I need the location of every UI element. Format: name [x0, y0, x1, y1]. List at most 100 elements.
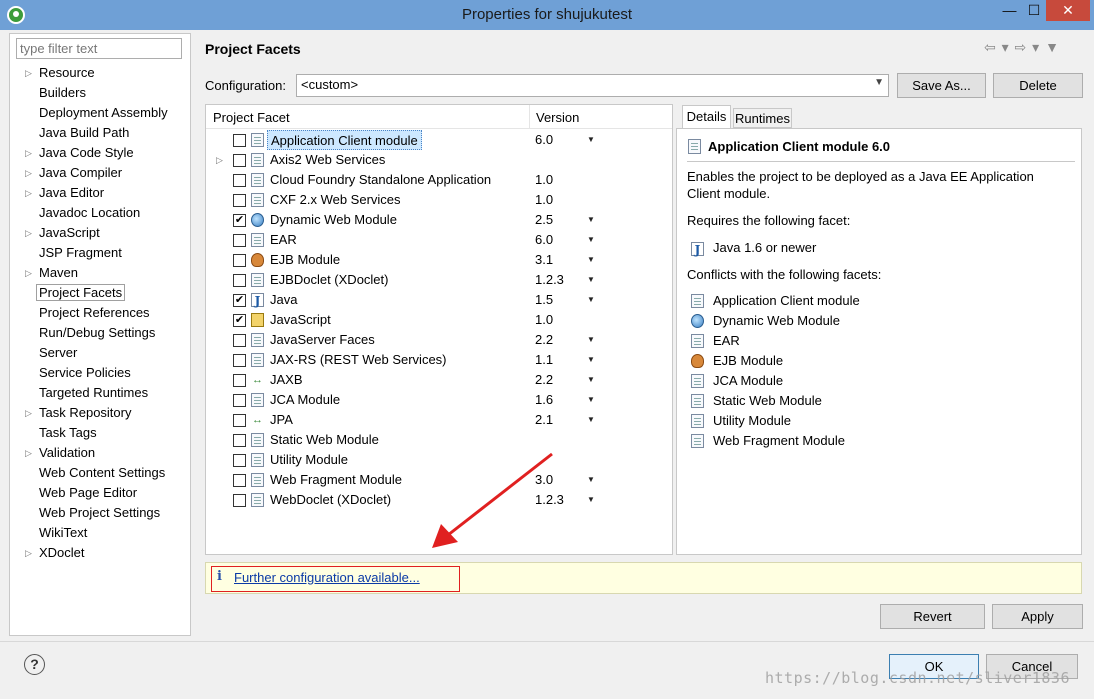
facet-checkbox[interactable]: ✔ — [233, 314, 246, 327]
nav-item[interactable]: Targeted Runtimes — [10, 383, 190, 403]
version-dropdown-icon[interactable]: ▼ — [587, 390, 595, 410]
nav-item[interactable]: Javadoc Location — [10, 203, 190, 223]
further-configuration-link[interactable]: Further configuration available... — [234, 570, 420, 585]
column-header-facet[interactable]: Project Facet — [213, 110, 290, 125]
save-as-button[interactable]: Save As... — [897, 73, 986, 98]
facet-version[interactable]: 1.5 — [535, 290, 553, 310]
facet-row[interactable]: WebDoclet (XDoclet) 1.2.3 ▼ — [206, 490, 672, 510]
nav-item[interactable]: Builders — [10, 83, 190, 103]
nav-item[interactable]: ▷ Validation — [10, 443, 190, 463]
facet-row[interactable]: ✔ Dynamic Web Module 2.5 ▼ — [206, 210, 672, 230]
maximize-button[interactable]: ☐ — [1022, 0, 1046, 21]
version-dropdown-icon[interactable]: ▼ — [587, 490, 595, 510]
facet-checkbox[interactable] — [233, 454, 246, 467]
facet-row[interactable]: Utility Module — [206, 450, 672, 470]
nav-item[interactable]: Server — [10, 343, 190, 363]
nav-item[interactable]: Project Facets — [10, 283, 190, 303]
facet-checkbox[interactable] — [233, 334, 246, 347]
nav-item[interactable]: ▷ JavaScript — [10, 223, 190, 243]
facet-version[interactable]: 3.0 — [535, 470, 553, 490]
facet-checkbox[interactable] — [233, 274, 246, 287]
nav-item[interactable]: Web Content Settings — [10, 463, 190, 483]
expand-arrow-icon[interactable]: ▷ — [25, 143, 32, 163]
expand-arrow-icon[interactable]: ▷ — [25, 443, 32, 463]
facet-checkbox[interactable] — [233, 434, 246, 447]
apply-button[interactable]: Apply — [992, 604, 1083, 629]
facet-row[interactable]: Application Client module 6.0 ▼ — [206, 130, 672, 150]
tab-details[interactable]: Details — [682, 105, 731, 128]
facet-row[interactable]: Static Web Module — [206, 430, 672, 450]
facet-row[interactable]: ↔ JAXB 2.2 ▼ — [206, 370, 672, 390]
version-dropdown-icon[interactable]: ▼ — [587, 230, 595, 250]
revert-button[interactable]: Revert — [880, 604, 985, 629]
nav-item[interactable]: Java Build Path — [10, 123, 190, 143]
facet-version[interactable]: 2.2 — [535, 330, 553, 350]
nav-item[interactable]: ▷ XDoclet — [10, 543, 190, 563]
facet-checkbox[interactable] — [233, 494, 246, 507]
delete-button[interactable]: Delete — [993, 73, 1083, 98]
expand-arrow-icon[interactable]: ▷ — [25, 543, 32, 563]
nav-item[interactable]: Deployment Assembly — [10, 103, 190, 123]
nav-item[interactable]: Web Project Settings — [10, 503, 190, 523]
expand-arrow-icon[interactable]: ▷ — [25, 183, 32, 203]
facet-row[interactable]: ✔ JavaScript 1.0 — [206, 310, 672, 330]
facet-version[interactable]: 6.0 — [535, 230, 553, 250]
facet-checkbox[interactable]: ✔ — [233, 294, 246, 307]
nav-item[interactable]: Task Tags — [10, 423, 190, 443]
facet-checkbox[interactable] — [233, 414, 246, 427]
nav-item[interactable]: ▷ Maven — [10, 263, 190, 283]
facet-version[interactable]: 6.0 — [535, 130, 553, 150]
version-dropdown-icon[interactable]: ▼ — [587, 210, 595, 230]
version-dropdown-icon[interactable]: ▼ — [587, 270, 595, 290]
facet-checkbox[interactable] — [233, 194, 246, 207]
version-dropdown-icon[interactable]: ▼ — [587, 250, 595, 270]
minimize-button[interactable]: — — [997, 0, 1022, 21]
configuration-select[interactable]: <custom> ▼ — [296, 74, 889, 97]
facet-row[interactable]: EAR 6.0 ▼ — [206, 230, 672, 250]
expand-arrow-icon[interactable]: ▷ — [25, 403, 32, 423]
version-dropdown-icon[interactable]: ▼ — [587, 470, 595, 490]
facet-version[interactable]: 1.2.3 — [535, 490, 564, 510]
history-nav-arrows-icon[interactable]: ⇦ ▾ ⇨ ▾ ▼ — [984, 39, 1060, 56]
nav-item[interactable]: WikiText — [10, 523, 190, 543]
version-dropdown-icon[interactable]: ▼ — [587, 350, 595, 370]
facet-row[interactable]: Cloud Foundry Standalone Application 1.0 — [206, 170, 672, 190]
nav-item[interactable]: ▷ Java Compiler — [10, 163, 190, 183]
facet-checkbox[interactable] — [233, 254, 246, 267]
facet-row[interactable]: ↔ JPA 2.1 ▼ — [206, 410, 672, 430]
facet-row[interactable]: EJB Module 3.1 ▼ — [206, 250, 672, 270]
version-dropdown-icon[interactable]: ▼ — [587, 290, 595, 310]
nav-item[interactable]: Web Page Editor — [10, 483, 190, 503]
facet-row[interactable]: CXF 2.x Web Services 1.0 — [206, 190, 672, 210]
facet-checkbox[interactable] — [233, 134, 246, 147]
version-dropdown-icon[interactable]: ▼ — [587, 130, 595, 150]
facet-row[interactable]: JavaServer Faces 2.2 ▼ — [206, 330, 672, 350]
expand-arrow-icon[interactable]: ▷ — [25, 223, 32, 243]
nav-item[interactable]: JSP Fragment — [10, 243, 190, 263]
facet-checkbox[interactable] — [233, 154, 246, 167]
version-dropdown-icon[interactable]: ▼ — [587, 410, 595, 430]
nav-item[interactable]: Run/Debug Settings — [10, 323, 190, 343]
version-dropdown-icon[interactable]: ▼ — [587, 370, 595, 390]
facet-row[interactable]: ▷ Axis2 Web Services — [206, 150, 672, 170]
facet-checkbox[interactable] — [233, 174, 246, 187]
expand-arrow-icon[interactable]: ▷ — [216, 150, 223, 170]
facet-version[interactable]: 1.1 — [535, 350, 553, 370]
expand-arrow-icon[interactable]: ▷ — [25, 163, 32, 183]
help-icon[interactable]: ? — [24, 654, 45, 675]
nav-item[interactable]: Project References — [10, 303, 190, 323]
close-button[interactable]: ✕ — [1046, 0, 1090, 21]
nav-item[interactable]: ▷ Resource — [10, 63, 190, 83]
facet-version[interactable]: 1.6 — [535, 390, 553, 410]
facet-row[interactable]: ✔ J Java 1.5 ▼ — [206, 290, 672, 310]
expand-arrow-icon[interactable]: ▷ — [25, 263, 32, 283]
tab-runtimes[interactable]: Runtimes — [733, 108, 792, 128]
facet-checkbox[interactable] — [233, 354, 246, 367]
facet-version[interactable]: 1.2.3 — [535, 270, 564, 290]
version-dropdown-icon[interactable]: ▼ — [587, 330, 595, 350]
facet-row[interactable]: Web Fragment Module 3.0 ▼ — [206, 470, 672, 490]
facet-version[interactable]: 2.1 — [535, 410, 553, 430]
facet-checkbox[interactable] — [233, 374, 246, 387]
facet-checkbox[interactable]: ✔ — [233, 214, 246, 227]
nav-item[interactable]: ▷ Java Code Style — [10, 143, 190, 163]
